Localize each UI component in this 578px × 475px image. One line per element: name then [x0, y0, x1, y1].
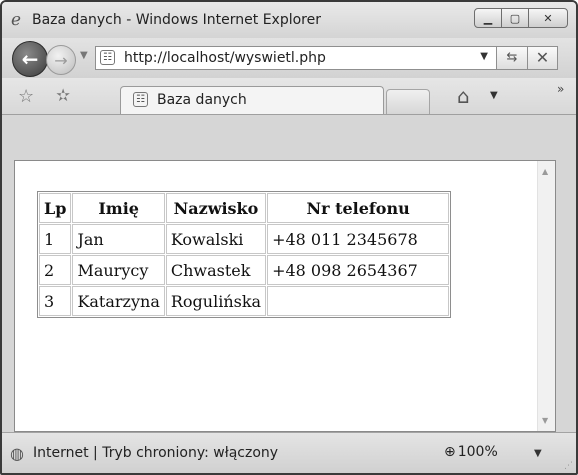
- resize-grip-icon[interactable]: ⋰: [564, 461, 573, 471]
- vertical-scrollbar[interactable]: ▲ ▼: [537, 161, 555, 431]
- cell-nr-telefonu: +48 098 2654367: [267, 255, 450, 285]
- cell-imie: Katarzyna: [72, 286, 165, 316]
- header-lp: Lp: [39, 193, 72, 223]
- maximize-button[interactable]: ▢: [501, 8, 529, 28]
- table-row: 3 Katarzyna Rogulińska: [39, 286, 450, 316]
- cell-nr-telefonu: +48 011 2345678: [267, 224, 450, 254]
- window-controls: ▁ ▢ ✕: [474, 8, 568, 28]
- header-imie: Imię: [72, 193, 165, 223]
- home-dropdown-icon[interactable]: ▼: [490, 90, 498, 101]
- zoom-control[interactable]: ⊕ 100%: [444, 444, 498, 460]
- cell-nr-telefonu: [267, 286, 450, 316]
- close-button[interactable]: ✕: [528, 8, 568, 28]
- status-text: Internet | Tryb chroniony: włączony: [33, 445, 279, 461]
- scroll-down-icon[interactable]: ▼: [542, 416, 548, 425]
- refresh-button[interactable]: ⇆: [497, 46, 528, 70]
- header-nr-telefonu: Nr telefonu: [267, 193, 450, 223]
- tab-row: ☆ ✫ ☷ Baza danych ⌂ ▼ »: [2, 78, 576, 115]
- add-favorites-icon[interactable]: ✫: [56, 86, 70, 106]
- back-button[interactable]: ←: [12, 41, 48, 77]
- zoom-level: 100%: [457, 444, 498, 460]
- globe-icon: ◍: [10, 444, 24, 463]
- tab-baza-danych[interactable]: ☷ Baza danych: [120, 86, 384, 114]
- close-icon: ✕: [543, 11, 553, 25]
- forward-arrow-icon: →: [54, 50, 68, 70]
- address-url: http://localhost/wyswietl.php: [124, 50, 326, 66]
- page-content: Lp Imię Nazwisko Nr telefonu 1 Jan Kowal…: [14, 160, 556, 432]
- chevron-more-icon[interactable]: »: [557, 82, 564, 96]
- header-nazwisko: Nazwisko: [165, 193, 267, 223]
- tab-title: Baza danych: [157, 92, 247, 108]
- title-bar: ℯ Baza danych - Windows Internet Explore…: [2, 2, 576, 38]
- table-header-row: Lp Imię Nazwisko Nr telefonu: [39, 193, 450, 223]
- contacts-table: Lp Imię Nazwisko Nr telefonu 1 Jan Kowal…: [37, 191, 452, 318]
- ie-logo-icon: ℯ: [11, 10, 22, 30]
- stop-button[interactable]: ✕: [528, 46, 558, 70]
- new-tab-button[interactable]: [386, 89, 430, 114]
- back-arrow-icon: ←: [21, 47, 39, 71]
- cell-nazwisko: Kowalski: [165, 224, 267, 254]
- status-bar: ◍ Internet | Tryb chroniony: włączony ⊕ 1…: [2, 432, 576, 473]
- star-icon[interactable]: ☆: [18, 86, 34, 107]
- refresh-icon: ⇆: [506, 50, 518, 65]
- home-icon[interactable]: ⌂: [457, 84, 470, 108]
- cell-imie: Jan: [72, 224, 165, 254]
- page-icon: ☷: [100, 50, 115, 65]
- stop-icon: ✕: [535, 48, 550, 67]
- cell-lp: 2: [39, 255, 72, 285]
- maximize-icon: ▢: [509, 11, 521, 25]
- zoom-icon: ⊕: [444, 444, 456, 460]
- minimize-icon: ▁: [483, 11, 493, 25]
- window-title: Baza danych - Windows Internet Explorer: [32, 12, 321, 28]
- table-row: 2 Maurycy Chwastek +48 098 2654367: [39, 255, 450, 285]
- cell-imie: Maurycy: [72, 255, 165, 285]
- browser-window: ℯ Baza danych - Windows Internet Explore…: [0, 0, 578, 475]
- cell-lp: 3: [39, 286, 72, 316]
- scroll-up-icon[interactable]: ▲: [542, 167, 548, 176]
- address-dropdown-icon[interactable]: ▼: [480, 51, 488, 62]
- table-row: 1 Jan Kowalski +48 011 2345678: [39, 224, 450, 254]
- cell-lp: 1: [39, 224, 72, 254]
- cell-nazwisko: Rogulińska: [165, 286, 267, 316]
- forward-button[interactable]: →: [46, 45, 76, 75]
- recent-pages-dropdown[interactable]: ▼: [80, 50, 88, 61]
- zoom-dropdown-icon[interactable]: ▼: [534, 448, 542, 459]
- minimize-button[interactable]: ▁: [474, 8, 502, 28]
- cell-nazwisko: Chwastek: [165, 255, 267, 285]
- address-bar[interactable]: ☷ http://localhost/wyswietl.php ▼: [95, 46, 497, 70]
- address-row: ← → ▼ ☷ http://localhost/wyswietl.php ▼ …: [2, 38, 576, 78]
- page-icon: ☷: [133, 92, 148, 107]
